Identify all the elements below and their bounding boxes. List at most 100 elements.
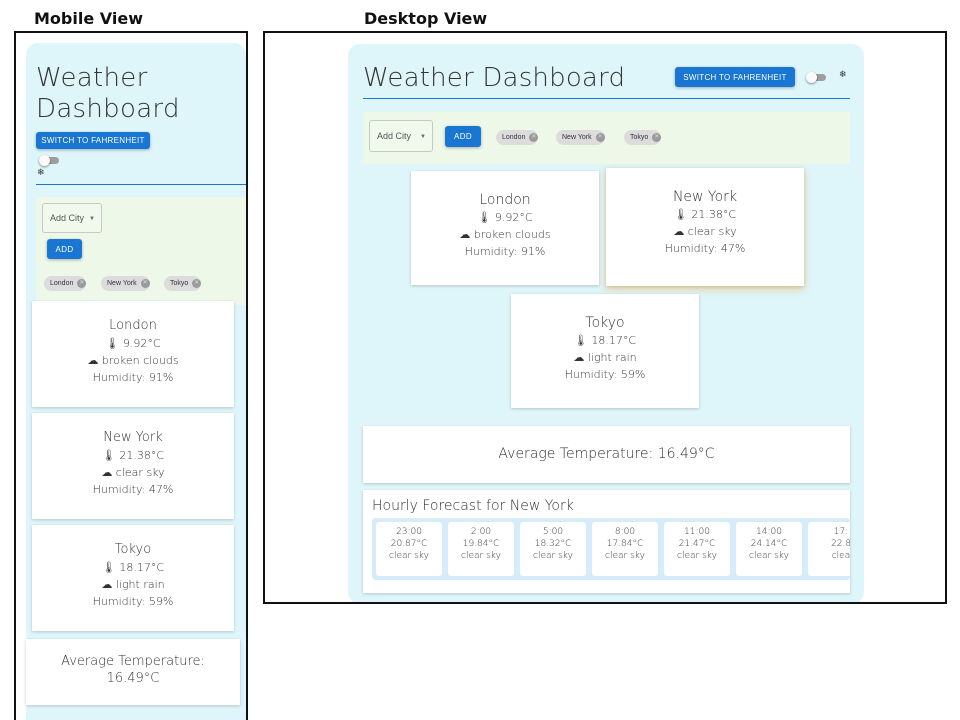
city-humidity: Humidity: 91% [92,371,174,384]
desktop-dashboard-panel: Weather Dashboard SWITCH TO FAHRENHEIT ❄… [348,44,864,602]
toggle-knob [806,72,817,83]
average-temperature-label: Average Temperature: [61,654,205,669]
city-chip[interactable]: London ✕ [496,130,539,145]
title-divider [363,98,850,99]
forecast-time: 17: [833,527,849,537]
mobile-frame: Weather Dashboard SWITCH TO FAHRENHEIT ❄… [14,31,248,720]
forecast-scroll-strip[interactable]: 23:00 20.87°C clear sky 2:00 19.84°C cle… [372,518,850,580]
weather-card-new-york[interactable]: New York 🌡 21.38°C ☁ clear sky Humidity:… [606,168,804,286]
city-humidity: Humidity: 47% [664,242,746,255]
add-city-select-value: Add City [377,131,412,141]
city-temperature: 🌡 9.92°C [105,337,161,350]
city-name: Tokyo [585,315,625,331]
city-humidity: Humidity: 59% [92,595,174,608]
average-temperature-card: Average Temperature: 16.49°C [363,426,850,483]
theme-toggle[interactable] [806,72,828,83]
city-condition: ☁ light rain [573,351,637,364]
chip-label: London [50,280,74,287]
chip-remove-icon[interactable]: ✕ [652,133,662,142]
forecast-hour-tile: 2:00 19.84°C clear sky [448,522,514,576]
chip-remove-icon[interactable]: ✕ [77,279,87,288]
city-chip[interactable]: New York ✕ [556,130,605,145]
forecast-time: 11:00 [684,527,710,537]
forecast-time: 2:00 [470,527,492,537]
forecast-temp: 17.84°C [606,539,644,549]
caret-down-icon: ▼ [89,216,95,222]
city-chip[interactable]: New York ✕ [101,276,150,291]
hourly-forecast-card: Hourly Forecast for New York 23:00 20.87… [363,490,850,593]
chip-remove-icon[interactable]: ✕ [140,279,150,288]
forecast-hour-tile: 17: 22.8 clea [808,522,850,576]
city-name: London [479,192,531,208]
add-city-select-value: Add City [50,213,85,223]
city-temperature: 🌡 9.92°C [477,211,533,224]
average-temperature-value: 16.49°C [106,671,160,686]
chip-label: Tokyo [170,280,189,287]
city-condition: ☁ light rain [101,578,165,591]
caret-down-icon: ▼ [420,134,426,140]
switch-to-fahrenheit-button[interactable]: SWITCH TO FAHRENHEIT [675,67,795,87]
city-condition: ☁ broken clouds [87,354,179,367]
chip-label: London [502,134,526,141]
forecast-desc: clear sky [389,551,429,561]
chip-label: New York [562,134,592,141]
forecast-time: 8:00 [614,527,636,537]
toggle-knob [39,155,50,166]
page-title: Weather Dashboard [36,63,180,124]
city-chip[interactable]: Tokyo ✕ [624,130,662,145]
forecast-hour-tile: 5:00 18.32°C clear sky [520,522,586,576]
city-name: New York [672,189,738,205]
city-temperature: 🌡 18.17°C [101,561,165,574]
add-city-select[interactable]: Add City ▼ [42,203,102,233]
forecast-temp: 22.8 [830,539,850,549]
forecast-temp: 24.14°C [750,539,788,549]
title-divider [36,184,246,185]
city-condition: ☁ clear sky [673,225,737,238]
forecast-desc: clear sky [605,551,645,561]
forecast-temp: 21.47°C [678,539,716,549]
city-chip[interactable]: London ✕ [44,276,87,291]
chip-remove-icon[interactable]: ✕ [192,279,202,288]
weather-card-new-york[interactable]: New York 🌡 21.38°C ☁ clear sky Humidity:… [32,413,234,519]
desktop-frame: Weather Dashboard SWITCH TO FAHRENHEIT ❄… [263,31,947,604]
city-name: New York [103,430,163,445]
weather-card-london[interactable]: London 🌡 9.92°C ☁ broken clouds Humidity… [411,171,599,285]
city-humidity: Humidity: 47% [92,483,174,496]
add-button[interactable]: ADD [47,239,82,259]
forecast-temp: 20.87°C [390,539,428,549]
weather-card-tokyo[interactable]: Tokyo 🌡 18.17°C ☁ light rain Humidity: 5… [32,525,234,631]
forecast-time: 23:00 [396,527,422,537]
city-temperature: 🌡 21.38°C [101,449,165,462]
weather-card-london[interactable]: London 🌡 9.92°C ☁ broken clouds Humidity… [32,301,234,407]
snowflake-icon: ❄ [839,70,847,80]
switch-to-fahrenheit-button[interactable]: SWITCH TO FAHRENHEIT [36,132,150,149]
add-city-select[interactable]: Add City ▼ [369,120,433,152]
city-condition: ☁ broken clouds [459,228,551,241]
desktop-view-label: Desktop View [364,9,488,28]
city-condition: ☁ clear sky [101,466,165,479]
city-name: London [109,318,157,333]
chip-remove-icon[interactable]: ✕ [595,133,605,142]
forecast-hour-tile: 23:00 20.87°C clear sky [376,522,442,576]
city-temperature: 🌡 18.17°C [573,334,637,347]
forecast-title: Hourly Forecast for New York [372,498,574,514]
forecast-desc: clear sky [749,551,789,561]
add-button[interactable]: ADD [445,126,481,147]
chip-remove-icon[interactable]: ✕ [529,133,539,142]
city-temperature: 🌡 21.38°C [673,208,737,221]
chip-label: New York [107,280,137,287]
weather-card-tokyo[interactable]: Tokyo 🌡 18.17°C ☁ light rain Humidity: 5… [511,294,699,408]
forecast-desc: clear sky [461,551,501,561]
theme-toggle[interactable] [39,155,61,166]
city-humidity: Humidity: 91% [464,245,546,258]
forecast-hour-tile: 8:00 17.84°C clear sky [592,522,658,576]
forecast-temp: 19.84°C [462,539,500,549]
mobile-view-label: Mobile View [34,9,143,28]
forecast-time: 14:00 [756,527,782,537]
forecast-temp: 18.32°C [534,539,572,549]
city-chip[interactable]: Tokyo ✕ [164,276,202,291]
average-temperature-card: Average Temperature: 16.49°C [26,639,240,705]
city-controls: Add City ▼ ADD London ✕ New York ✕ Tokyo… [36,197,246,305]
city-name: Tokyo [114,542,152,557]
forecast-hour-tile: 14:00 24.14°C clear sky [736,522,802,576]
